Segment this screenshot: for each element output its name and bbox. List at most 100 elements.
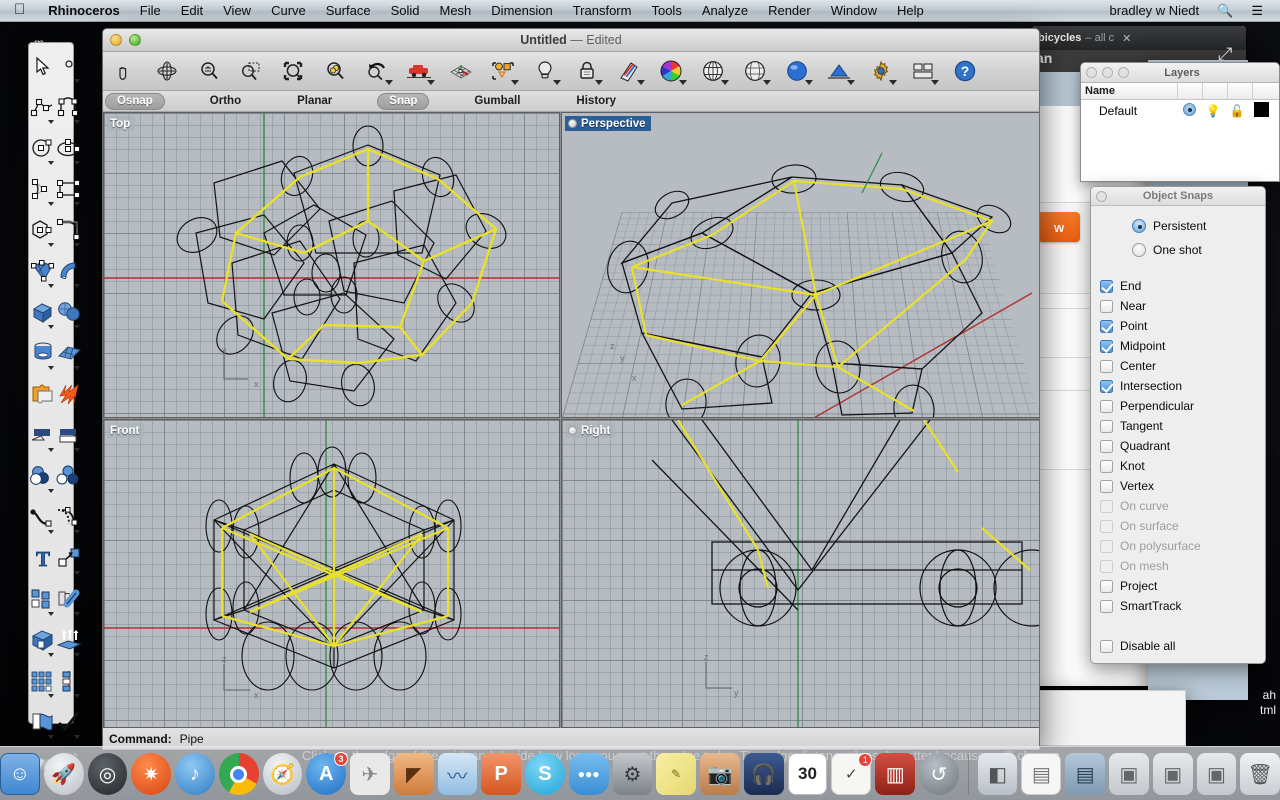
fillet-curve-icon[interactable] <box>56 209 82 250</box>
dock-item-image-capture[interactable]: 📷 <box>700 753 740 795</box>
dock-item-itunes[interactable]: ♪ <box>175 753 215 795</box>
checkbox-smarttrack[interactable]: SmartTrack <box>1091 596 1265 616</box>
layers-title-bar[interactable]: Layers <box>1081 63 1279 83</box>
surface-from-points-icon[interactable] <box>30 250 56 291</box>
toggle-gumball[interactable]: Gumball <box>463 93 531 110</box>
gradient-icon[interactable] <box>609 54 649 88</box>
check-icon[interactable] <box>56 701 82 742</box>
checkbox-icon[interactable] <box>1100 639 1113 653</box>
menu-item-transform[interactable]: Transform <box>563 0 642 22</box>
close-button[interactable] <box>1086 67 1097 78</box>
rhino-title-bar[interactable]: Untitled — Edited <box>103 29 1039 52</box>
split-icon[interactable] <box>56 414 82 455</box>
zoom-selected-icon[interactable] <box>315 54 355 88</box>
checkbox-end[interactable]: End <box>1091 276 1265 296</box>
undo-view-icon[interactable] <box>357 54 397 88</box>
menu-item-curve[interactable]: Curve <box>261 0 316 22</box>
box-icon[interactable] <box>30 291 56 332</box>
apple-logo-icon[interactable]:  <box>0 2 38 17</box>
toggle-history[interactable]: History <box>565 93 627 110</box>
layer-color-swatch[interactable] <box>1249 102 1273 120</box>
select-objects-icon[interactable] <box>483 54 523 88</box>
scale-icon[interactable] <box>56 537 82 578</box>
curve-icon[interactable] <box>56 86 82 127</box>
dock-item-firefox[interactable]: ✷ <box>131 753 172 795</box>
ellipse-icon[interactable] <box>56 127 82 168</box>
viewport-right[interactable]: Right z y <box>561 419 1039 728</box>
dock-item-safari[interactable]: 🧭 <box>262 753 303 795</box>
dock-item-rhinoceros-running[interactable]: ◧ <box>977 753 1018 795</box>
menu-item-dimension[interactable]: Dimension <box>481 0 562 22</box>
dock-item-reminders[interactable]: ✓ 1 <box>831 753 873 795</box>
menu-item-file[interactable]: File <box>130 0 171 22</box>
menubar-user-name[interactable]: bradley w Niedt <box>1101 0 1209 22</box>
current-layer-radio-icon[interactable] <box>1177 103 1201 119</box>
menu-item-solid[interactable]: Solid <box>381 0 430 22</box>
viewport-perspective[interactable]: Perspective z y x <box>561 112 1039 418</box>
color-wheel-icon[interactable] <box>651 54 691 88</box>
offset-curve-icon[interactable] <box>56 496 82 537</box>
menu-item-view[interactable]: View <box>213 0 261 22</box>
checkbox-icon[interactable] <box>1100 579 1113 593</box>
array-icon[interactable] <box>30 578 56 619</box>
render-mesh-icon[interactable] <box>735 54 775 88</box>
extrude-up-icon[interactable] <box>56 619 82 660</box>
dock-item-messages[interactable]: ●●● <box>568 753 609 795</box>
menu-item-edit[interactable]: Edit <box>171 0 213 22</box>
blend-curve-icon[interactable] <box>30 496 56 537</box>
settings-icon[interactable] <box>861 54 901 88</box>
dock-item-rhinoceros[interactable]: ◤ <box>393 753 434 795</box>
menu-item-help[interactable]: Help <box>887 0 934 22</box>
checkbox-intersection[interactable]: Intersection <box>1091 376 1265 396</box>
polygon-icon[interactable] <box>30 209 56 250</box>
layers-panel[interactable]: Layers Name Default 💡 🔓 <box>1080 62 1280 182</box>
boolean-difference-icon[interactable] <box>56 455 82 496</box>
checkbox-point[interactable]: Point <box>1091 316 1265 336</box>
dock-item-grasshopper[interactable]: 〰 <box>437 753 478 795</box>
object-snaps-panel[interactable]: Object Snaps Persistent One shot End Nea… <box>1090 186 1266 664</box>
checkbox-icon[interactable] <box>1100 599 1113 613</box>
menu-app-name[interactable]: Rhinoceros <box>38 0 130 22</box>
shade-icon[interactable] <box>693 54 733 88</box>
unlocked-padlock-icon[interactable]: 🔓 <box>1225 104 1249 118</box>
checkbox-icon[interactable] <box>1100 299 1113 313</box>
zoom-window-icon[interactable] <box>231 54 271 88</box>
checkbox-icon[interactable] <box>1100 359 1113 373</box>
radio-icon[interactable] <box>1132 219 1146 233</box>
select-arrow-icon[interactable] <box>30 45 56 86</box>
checkbox-icon[interactable] <box>1100 399 1113 413</box>
menu-item-tools[interactable]: Tools <box>641 0 691 22</box>
checkbox-vertex[interactable]: Vertex <box>1091 476 1265 496</box>
checkbox-disable-all[interactable]: Disable all <box>1091 636 1265 656</box>
rotate-view-icon[interactable] <box>147 54 187 88</box>
dock-item-text-document[interactable]: ▤ <box>1021 753 1062 795</box>
table-row[interactable]: Default 💡 🔓 <box>1081 100 1279 122</box>
help-icon[interactable]: ? <box>945 54 985 88</box>
toggle-snap[interactable]: Snap <box>377 92 430 110</box>
dock-item-audio-app[interactable]: 🎧 <box>743 753 784 795</box>
puzzle-piece-icon[interactable] <box>30 373 56 414</box>
checkbox-tangent[interactable]: Tangent <box>1091 416 1265 436</box>
menu-item-mesh[interactable]: Mesh <box>430 0 482 22</box>
radio-one-shot[interactable]: One shot <box>1091 238 1265 262</box>
explode-icon[interactable] <box>56 373 82 414</box>
dock-item-finder[interactable]: ☺ <box>0 753 40 795</box>
radio-persistent[interactable]: Persistent <box>1091 214 1265 238</box>
rhinoceros-window[interactable]: Untitled — Edited ? Osnap Ortho Planar S… <box>102 28 1040 750</box>
checkbox-project[interactable]: Project <box>1091 576 1265 596</box>
layers-column-header[interactable]: Name <box>1081 82 1279 100</box>
dock-item-skype[interactable]: S <box>525 753 565 795</box>
dock-item-chrome[interactable] <box>218 753 259 795</box>
dock-item-calendar[interactable]: 30 <box>787 753 828 795</box>
circle-icon[interactable] <box>30 127 56 168</box>
dock-item-powerpoint[interactable]: P <box>481 753 522 795</box>
zoom-button[interactable] <box>1118 67 1129 78</box>
checkbox-icon[interactable] <box>1100 479 1113 493</box>
dock-item-dashboard[interactable]: ◎ <box>87 753 128 795</box>
dock-item-time-machine[interactable]: ↺ <box>919 753 959 795</box>
dock-item-stickies[interactable]: ✎ <box>656 753 697 795</box>
checkbox-icon[interactable] <box>1100 439 1113 453</box>
close-button[interactable] <box>1096 190 1107 202</box>
checkbox-icon[interactable] <box>1100 279 1113 293</box>
light-icon[interactable] <box>525 54 565 88</box>
